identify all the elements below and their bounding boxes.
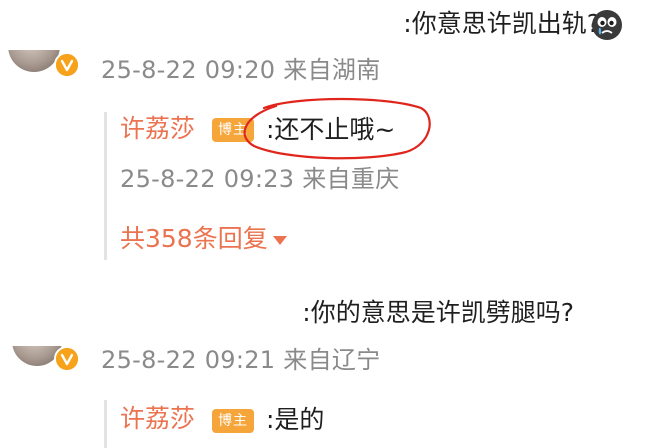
reply-thread-divider bbox=[104, 112, 107, 260]
reply-2-text: :是的 bbox=[266, 405, 325, 434]
verified-badge-icon bbox=[54, 346, 80, 372]
crying-face-emoji-icon bbox=[591, 9, 623, 41]
reply-thread-divider bbox=[104, 400, 107, 448]
more-replies-count: 共358条回复 bbox=[120, 224, 268, 253]
verified-badge-icon bbox=[54, 52, 80, 78]
reply-1-timestamp: 25-8-22 09:23 来自重庆 bbox=[120, 165, 400, 193]
more-replies-link[interactable]: 共358条回复 bbox=[120, 224, 288, 254]
reply-1-username[interactable]: 许荔莎 bbox=[120, 114, 195, 144]
comment-1-timestamp: 25-8-22 09:20 来自湖南 bbox=[101, 56, 381, 84]
comment-2-timestamp: 25-8-22 09:21 来自辽宁 bbox=[101, 346, 381, 374]
comment-2-text: :你的意思是许凯劈腿吗? bbox=[302, 298, 574, 327]
blogger-badge: 博主 bbox=[212, 409, 254, 433]
comment-1-text: :你意思许凯出轨? bbox=[403, 9, 600, 38]
reply-2-username[interactable]: 许荔莎 bbox=[120, 404, 195, 434]
annotation-circle bbox=[243, 97, 431, 160]
caret-down-icon bbox=[272, 236, 287, 245]
